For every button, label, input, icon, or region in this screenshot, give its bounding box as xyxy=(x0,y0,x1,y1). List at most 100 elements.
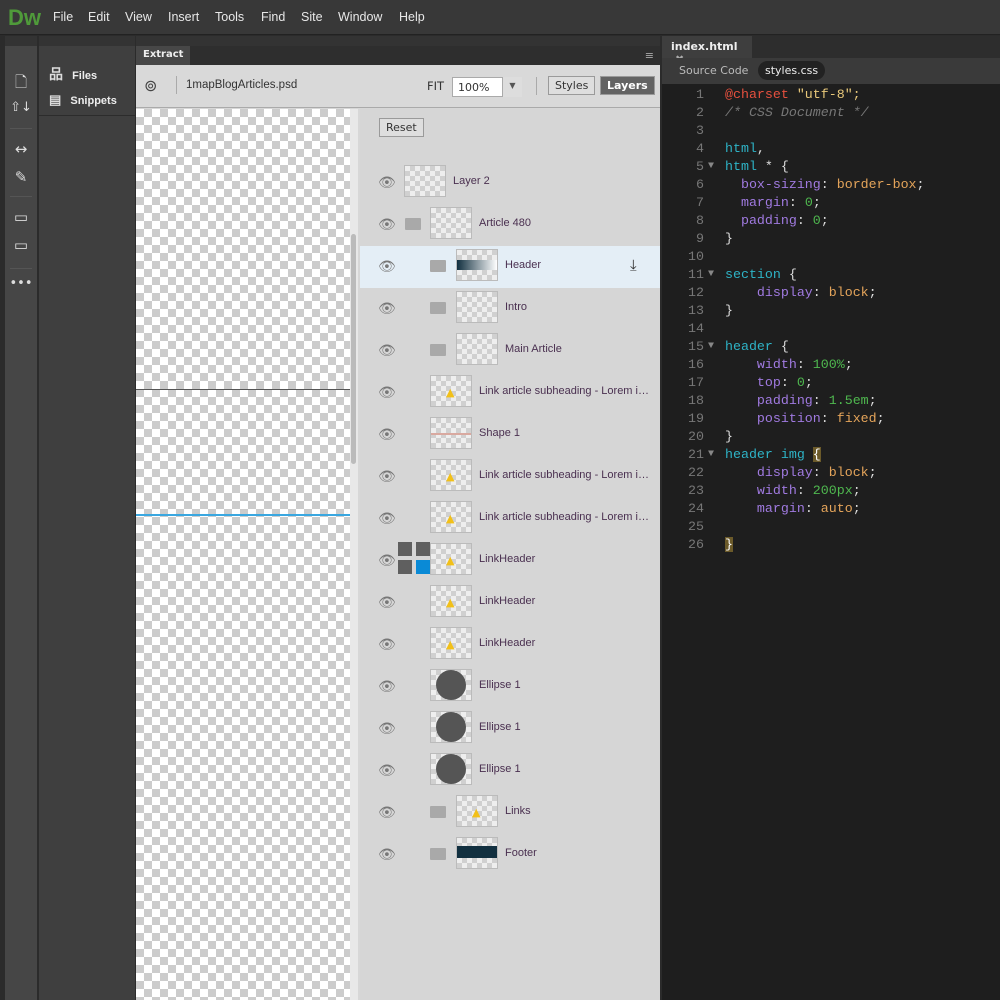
eye-icon[interactable]: 👁 xyxy=(378,427,396,443)
layer-row[interactable]: 👁 Footer xyxy=(360,834,660,876)
eye-icon[interactable]: 👁 xyxy=(378,679,396,695)
zoom-select[interactable]: 100% ▼ xyxy=(452,77,522,97)
more-icon[interactable]: ••• xyxy=(5,276,37,291)
code-line[interactable]: 9} xyxy=(662,231,1000,249)
tab-extract[interactable]: Extract xyxy=(136,46,191,65)
code-line[interactable]: 25 xyxy=(662,519,1000,537)
menu-window[interactable]: Window xyxy=(338,10,382,24)
panel-menu-icon[interactable]: ≡ xyxy=(645,49,654,62)
eye-icon[interactable]: 👁 xyxy=(378,217,396,233)
eye-icon[interactable]: 👁 xyxy=(378,637,396,653)
code-line[interactable]: 21 ▼ header img { xyxy=(662,447,1000,465)
eye-icon[interactable]: 👁 xyxy=(378,721,396,737)
menu-file[interactable]: File xyxy=(53,10,73,24)
eye-icon[interactable]: 👁 xyxy=(378,763,396,779)
code-line[interactable]: 8 padding: 0; xyxy=(662,213,1000,231)
code-line[interactable]: 3 xyxy=(662,123,1000,141)
layer-row[interactable]: 👁 Layer 2 xyxy=(360,162,660,204)
layer-row[interactable]: 👁 ▲ Link article subheading - Lorem i… xyxy=(360,498,660,540)
tab-index-html[interactable]: index.html ✖ xyxy=(662,36,752,66)
layer-row[interactable]: 👁 Header ⤓ xyxy=(360,246,660,288)
code-line[interactable]: 12 display: block; xyxy=(662,285,1000,303)
menu-edit[interactable]: Edit xyxy=(88,10,110,24)
code-line[interactable]: 5 ▼ html * { xyxy=(662,159,1000,177)
line-number: 25 xyxy=(688,519,704,534)
eye-icon[interactable]: 👁 xyxy=(378,343,396,359)
menu-tools[interactable]: Tools xyxy=(215,10,244,24)
eye-icon[interactable]: 👁 xyxy=(378,385,396,401)
eye-icon[interactable]: 👁 xyxy=(378,301,396,317)
code-line[interactable]: 2/* CSS Document */ xyxy=(662,105,1000,123)
expand-icon[interactable]: ↔ xyxy=(5,140,37,158)
eye-icon[interactable]: 👁 xyxy=(378,595,396,611)
layer-row[interactable]: 👁 Article 480 xyxy=(360,204,660,246)
comment-disable-icon[interactable]: ▭ xyxy=(5,236,37,254)
code-line[interactable]: 6 box-sizing: border-box; xyxy=(662,177,1000,195)
code-line[interactable]: 11 ▼ section { xyxy=(662,267,1000,285)
layer-row[interactable]: 👁 ▲ Link article subheading - Lorem i… xyxy=(360,456,660,498)
code-line[interactable]: 10 xyxy=(662,249,1000,267)
layer-row[interactable]: 👁 Intro xyxy=(360,288,660,330)
styles-button[interactable]: Styles xyxy=(548,76,596,95)
layer-row[interactable]: 👁 ▲ LinkHeader xyxy=(360,624,660,666)
get-put-icon[interactable]: ⇧↓ xyxy=(5,100,37,115)
chevron-down-icon[interactable]: ▼ xyxy=(502,77,522,97)
code-line[interactable]: 23 width: 200px; xyxy=(662,483,1000,501)
code-line[interactable]: 19 position: fixed; xyxy=(662,411,1000,429)
code-line[interactable]: 7 margin: 0; xyxy=(662,195,1000,213)
code-line[interactable]: 18 padding: 1.5em; xyxy=(662,393,1000,411)
eye-icon[interactable]: 👁 xyxy=(378,175,396,191)
files-item[interactable]: 品 Files xyxy=(49,64,97,84)
layer-row[interactable]: 👁 Ellipse 1 xyxy=(360,708,660,750)
styles-css-tab[interactable]: styles.css xyxy=(758,61,826,80)
menu-site[interactable]: Site xyxy=(301,10,323,24)
code-line[interactable]: 15 ▼ header { xyxy=(662,339,1000,357)
layer-row[interactable]: 👁 ▲ Links xyxy=(360,792,660,834)
code-line[interactable]: 24 margin: auto; xyxy=(662,501,1000,519)
code-line[interactable]: 13} xyxy=(662,303,1000,321)
code-line[interactable]: 22 display: block; xyxy=(662,465,1000,483)
new-document-icon[interactable]: 🗋 xyxy=(5,72,37,97)
layer-row[interactable]: 👁 ▲ LinkHeader xyxy=(360,582,660,624)
snippets-item[interactable]: ▤ Snippets xyxy=(49,92,117,108)
menu-insert[interactable]: Insert xyxy=(168,10,199,24)
eye-icon[interactable]: 👁 xyxy=(378,805,396,821)
layer-thumbnail xyxy=(456,837,498,869)
layer-row[interactable]: 👁 Main Article xyxy=(360,330,660,372)
code-line[interactable]: 4 html, xyxy=(662,141,1000,159)
source-code-tab[interactable]: Source Code xyxy=(679,64,748,77)
code-line[interactable]: 16 width: 100%; xyxy=(662,357,1000,375)
menu-help[interactable]: Help xyxy=(399,10,425,24)
comment-icon[interactable]: ▭ xyxy=(5,208,37,226)
code-line[interactable]: 14 xyxy=(662,321,1000,339)
drag-handle-icon[interactable] xyxy=(398,542,432,576)
fold-arrow-icon[interactable]: ▼ xyxy=(708,161,714,172)
eye-icon[interactable]: 👁 xyxy=(378,469,396,485)
reset-button[interactable]: Reset xyxy=(379,118,424,137)
download-icon[interactable]: ⤓ xyxy=(630,256,637,274)
fold-arrow-icon[interactable]: ▼ xyxy=(708,449,714,460)
fold-arrow-icon[interactable]: ▼ xyxy=(708,341,714,352)
layer-row[interactable]: 👁 ▲ Link article subheading - Lorem i… xyxy=(360,372,660,414)
code-line[interactable]: 1 @charset "utf-8"; xyxy=(662,87,1000,105)
layers-button[interactable]: Layers xyxy=(600,76,655,95)
creative-cloud-icon[interactable]: ⊚ xyxy=(144,76,157,95)
layer-row[interactable]: 👁 Shape 1 xyxy=(360,414,660,456)
code-editor: index.html ✖ Source Code styles.css 1@ch… xyxy=(662,36,1000,1000)
eye-icon[interactable]: 👁 xyxy=(378,259,396,275)
layer-row[interactable]: 👁 Ellipse 1 xyxy=(360,750,660,792)
code-brush-icon[interactable]: ✎ xyxy=(5,168,37,186)
psd-preview-canvas[interactable] xyxy=(136,109,358,1000)
menu-find[interactable]: Find xyxy=(261,10,285,24)
code-line[interactable]: 20} xyxy=(662,429,1000,447)
menu-view[interactable]: View xyxy=(125,10,152,24)
canvas-scrollbar[interactable] xyxy=(350,109,358,1000)
layer-row[interactable]: 👁 Ellipse 1 xyxy=(360,666,660,708)
eye-icon[interactable]: 👁 xyxy=(378,511,396,527)
layer-row[interactable]: 👁 ▲ LinkHeader xyxy=(360,540,660,582)
code-line[interactable]: 17 top: 0; xyxy=(662,375,1000,393)
code-line[interactable]: 26} xyxy=(662,537,1000,555)
eye-icon[interactable]: 👁 xyxy=(378,553,396,569)
fold-arrow-icon[interactable]: ▼ xyxy=(708,269,714,280)
eye-icon[interactable]: 👁 xyxy=(378,847,396,863)
